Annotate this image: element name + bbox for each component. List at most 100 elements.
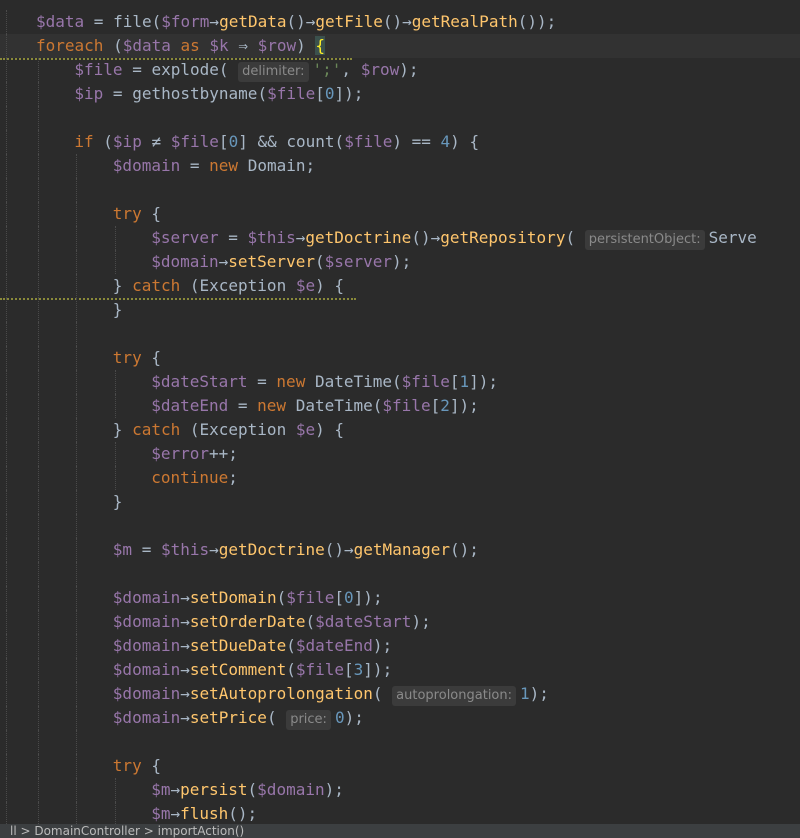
indent-guide xyxy=(38,130,39,154)
code-punct: = xyxy=(132,540,161,559)
indent-guide xyxy=(76,754,78,778)
code-text: } xyxy=(113,298,123,322)
code-token: persist xyxy=(180,780,248,799)
code-line[interactable]: $error++; xyxy=(0,442,800,466)
code-line[interactable]: if ($ip ≠ $file[0] && count($file) == 4)… xyxy=(0,130,800,154)
code-line[interactable]: $data = file($form→getData()→getFile()→g… xyxy=(0,10,800,34)
code-token: try xyxy=(112,756,142,775)
code-line[interactable]: try { xyxy=(0,202,800,226)
code-punct: ]); xyxy=(353,588,383,607)
code-token: Exception xyxy=(199,276,287,295)
code-line[interactable]: } catch (Exception $e) { xyxy=(0,274,800,300)
indent-guide xyxy=(6,442,7,466)
code-punct: () xyxy=(411,228,431,247)
indent-guide xyxy=(38,322,39,346)
code-token: $dateStart xyxy=(315,612,412,631)
code-token: as xyxy=(180,36,200,55)
code-line[interactable] xyxy=(0,322,800,346)
breadcrumb[interactable]: ll > DomainController > importAction() xyxy=(10,824,244,838)
code-punct: ) { xyxy=(315,276,345,295)
indent-guide xyxy=(6,562,7,586)
code-line[interactable]: $dateStart = new DateTime($file[1]); xyxy=(0,370,800,394)
indent-guide xyxy=(38,418,39,442)
code-text: try { xyxy=(113,346,161,370)
indent-guide xyxy=(38,154,39,178)
code-punct: } xyxy=(112,492,123,511)
code-line[interactable]: $dateEnd = new DateTime($file[2]); xyxy=(0,394,800,418)
code-line[interactable]: $domain→setDomain($file[0]); xyxy=(0,586,800,610)
code-line[interactable]: } catch (Exception $e) { xyxy=(0,418,800,442)
code-punct: ( xyxy=(247,780,258,799)
code-token: $form xyxy=(161,12,210,31)
code-token: $domain xyxy=(112,588,181,607)
parameter-hint: delimiter: xyxy=(238,62,309,82)
code-punct: } xyxy=(112,420,133,439)
code-punct: ( xyxy=(266,708,287,727)
code-line[interactable]: $ip = gethostbyname($file[0]); xyxy=(0,82,800,106)
indent-guide xyxy=(76,274,78,298)
code-token: $domain xyxy=(112,636,181,655)
indent-guide xyxy=(76,802,78,826)
code-token: explode xyxy=(151,60,219,79)
code-line[interactable]: $m→persist($domain); xyxy=(0,778,800,802)
indent-guide xyxy=(6,634,7,658)
code-line[interactable]: $domain→setServer($server); xyxy=(0,250,800,274)
code-token: getManager xyxy=(353,540,450,559)
indent-guide xyxy=(38,634,39,658)
code-line[interactable]: } xyxy=(0,490,800,514)
code-token: → xyxy=(180,660,190,679)
code-token: try xyxy=(112,348,142,367)
code-line[interactable] xyxy=(0,514,800,538)
code-token: → xyxy=(170,804,181,823)
code-token: $domain xyxy=(112,708,181,727)
code-line[interactable]: $domain→setPrice( price: 0); xyxy=(0,706,800,730)
code-line[interactable]: $domain = new Domain; xyxy=(0,154,800,178)
code-punct: ( xyxy=(314,252,325,271)
code-punct xyxy=(286,276,296,295)
code-line[interactable]: $domain→setComment($file[3]); xyxy=(0,658,800,682)
indent-guide xyxy=(6,802,7,826)
code-line[interactable]: try { xyxy=(0,346,800,370)
code-line[interactable] xyxy=(0,562,800,586)
code-token: ⇒ xyxy=(238,36,248,55)
indent-guide xyxy=(6,682,7,706)
code-token: catch xyxy=(132,276,181,295)
indent-guide xyxy=(6,658,7,682)
code-line[interactable] xyxy=(0,730,800,754)
code-editor[interactable]: $data = file($form→getData()→getFile()→g… xyxy=(0,0,800,838)
code-line[interactable]: $domain→setAutoprolongation( autoprolong… xyxy=(0,682,800,706)
code-line[interactable]: $domain→setOrderDate($dateStart); xyxy=(0,610,800,634)
code-line[interactable]: try { xyxy=(0,754,800,778)
code-line[interactable]: foreach ($data as $k ⇒ $row) { xyxy=(0,34,800,60)
indent-guide xyxy=(76,442,78,466)
code-token: gethostbyname xyxy=(132,84,258,103)
code-line[interactable]: $domain→setDueDate($dateEnd); xyxy=(0,634,800,658)
indent-guide xyxy=(76,730,78,754)
code-punct: ); xyxy=(344,708,364,727)
code-line[interactable] xyxy=(0,106,800,130)
code-line[interactable] xyxy=(0,178,800,202)
code-token: $row xyxy=(257,36,297,55)
indent-guide xyxy=(38,178,39,202)
indent-guide xyxy=(38,202,39,226)
code-line[interactable]: continue; xyxy=(0,466,800,490)
indent-guide xyxy=(6,274,7,298)
code-line[interactable]: $m = $this→getDoctrine()→getManager(); xyxy=(0,538,800,562)
code-line[interactable]: $server = $this→getDoctrine()→getReposit… xyxy=(0,226,800,250)
code-token: count xyxy=(286,132,335,151)
code-line[interactable]: $file = explode( delimiter: ';', $row); xyxy=(0,58,800,82)
code-line[interactable]: $m→flush(); xyxy=(0,802,800,826)
indent-guide xyxy=(76,538,78,562)
code-token: → xyxy=(180,684,190,703)
code-punct: { xyxy=(141,348,161,367)
code-token: $dateStart xyxy=(151,372,248,391)
code-punct: { xyxy=(315,36,326,55)
code-token: continue xyxy=(151,468,229,487)
code-token: → xyxy=(209,540,219,559)
code-line[interactable]: } xyxy=(0,298,800,322)
indent-guide xyxy=(6,706,7,730)
code-punct: [ xyxy=(430,396,441,415)
code-punct: { xyxy=(141,756,161,775)
indent-guide xyxy=(76,250,78,274)
code-punct: } xyxy=(112,300,123,319)
